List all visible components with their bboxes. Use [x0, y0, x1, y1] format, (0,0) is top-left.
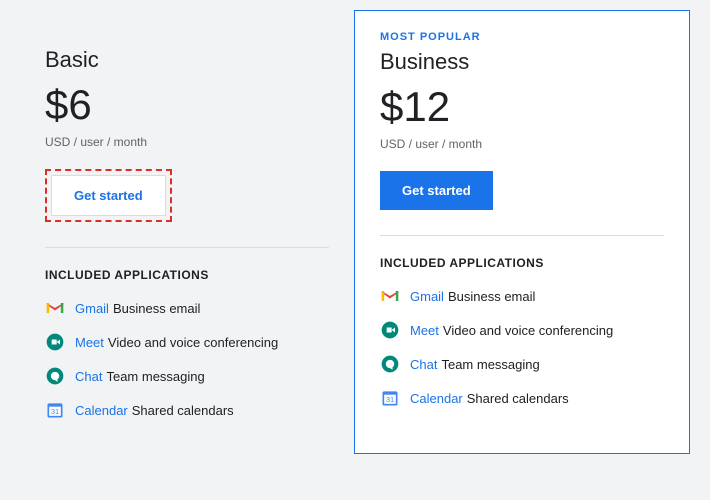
app-name[interactable]: Calendar [75, 403, 128, 418]
chat-icon [380, 354, 400, 374]
section-title: INCLUDED APPLICATIONS [380, 256, 664, 270]
app-row-gmail: Gmail Business email [380, 286, 664, 306]
app-name[interactable]: Chat [410, 357, 437, 372]
app-row-calendar: 31 Calendar Shared calendars [380, 388, 664, 408]
plan-name: Business [380, 49, 664, 75]
svg-text:31: 31 [51, 407, 59, 416]
app-row-meet: Meet Video and voice conferencing [45, 332, 329, 352]
plan-business: MOST POPULAR Business $12 USD / user / m… [354, 10, 690, 454]
app-name[interactable]: Gmail [410, 289, 444, 304]
app-desc: Team messaging [441, 357, 539, 372]
app-row-chat: Chat Team messaging [45, 366, 329, 386]
plan-price: $12 [380, 83, 664, 131]
app-name[interactable]: Meet [410, 323, 439, 338]
app-name[interactable]: Meet [75, 335, 104, 350]
gmail-icon [45, 298, 65, 318]
plan-price: $6 [45, 81, 329, 129]
app-row-chat: Chat Team messaging [380, 354, 664, 374]
highlight-box: Get started [45, 169, 172, 222]
plan-unit: USD / user / month [45, 135, 329, 149]
app-desc: Video and voice conferencing [443, 323, 613, 338]
get-started-button[interactable]: Get started [51, 175, 166, 216]
app-name[interactable]: Calendar [410, 391, 463, 406]
gmail-icon [380, 286, 400, 306]
calendar-icon: 31 [45, 400, 65, 420]
app-name[interactable]: Chat [75, 369, 102, 384]
plan-basic: Basic $6 USD / user / month Get started … [20, 10, 354, 454]
most-popular-badge: MOST POPULAR [380, 31, 664, 43]
app-row-meet: Meet Video and voice conferencing [380, 320, 664, 340]
app-desc: Shared calendars [132, 403, 234, 418]
calendar-icon: 31 [380, 388, 400, 408]
svg-text:31: 31 [386, 395, 394, 404]
plan-name: Basic [45, 47, 329, 73]
app-name[interactable]: Gmail [75, 301, 109, 316]
get-started-button[interactable]: Get started [380, 171, 493, 210]
meet-icon [380, 320, 400, 340]
meet-icon [45, 332, 65, 352]
app-desc: Video and voice conferencing [108, 335, 278, 350]
divider [45, 247, 329, 248]
app-desc: Business email [448, 289, 535, 304]
app-desc: Business email [113, 301, 200, 316]
app-desc: Team messaging [106, 369, 204, 384]
divider [380, 235, 664, 236]
app-desc: Shared calendars [467, 391, 569, 406]
section-title: INCLUDED APPLICATIONS [45, 268, 329, 282]
chat-icon [45, 366, 65, 386]
app-row-gmail: Gmail Business email [45, 298, 329, 318]
button-wrap: Get started [380, 171, 664, 210]
app-row-calendar: 31 Calendar Shared calendars [45, 400, 329, 420]
plan-unit: USD / user / month [380, 137, 664, 151]
